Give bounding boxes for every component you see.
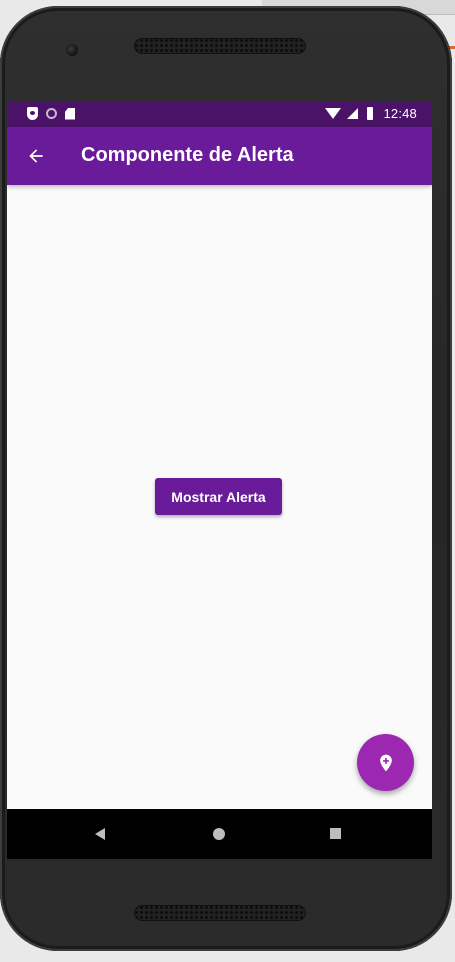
circle-icon: [46, 108, 57, 119]
front-camera: [66, 44, 78, 56]
shield-icon: [27, 107, 38, 120]
battery-icon: [367, 107, 374, 120]
status-system-icons: 12:48: [325, 106, 417, 121]
recents-square-icon[interactable]: [330, 828, 341, 839]
top-speaker-grille: [134, 38, 306, 54]
phone-frame: 12:48 Componente de Alerta Mostrar Alert…: [0, 6, 452, 951]
wifi-icon: [325, 108, 342, 119]
back-triangle-icon[interactable]: [95, 828, 105, 840]
status-notification-icons: [27, 107, 75, 120]
status-time: 12:48: [383, 106, 417, 121]
device-screen: 12:48 Componente de Alerta Mostrar Alert…: [7, 102, 432, 859]
system-navigation-bar: [7, 809, 432, 859]
page-title: Componente de Alerta: [81, 144, 294, 166]
back-button[interactable]: [21, 141, 51, 171]
signal-icon: [347, 108, 359, 119]
sd-card-icon: [65, 107, 75, 120]
bottom-speaker-grille: [134, 905, 306, 921]
arrow-left-icon: [29, 149, 43, 163]
show-alert-button[interactable]: Mostrar Alerta: [155, 478, 282, 515]
add-location-fab[interactable]: [357, 734, 414, 791]
app-bar: Componente de Alerta: [7, 127, 432, 185]
home-circle-icon[interactable]: [213, 828, 225, 840]
status-bar: 12:48: [7, 102, 432, 127]
add-location-icon: [379, 754, 392, 771]
